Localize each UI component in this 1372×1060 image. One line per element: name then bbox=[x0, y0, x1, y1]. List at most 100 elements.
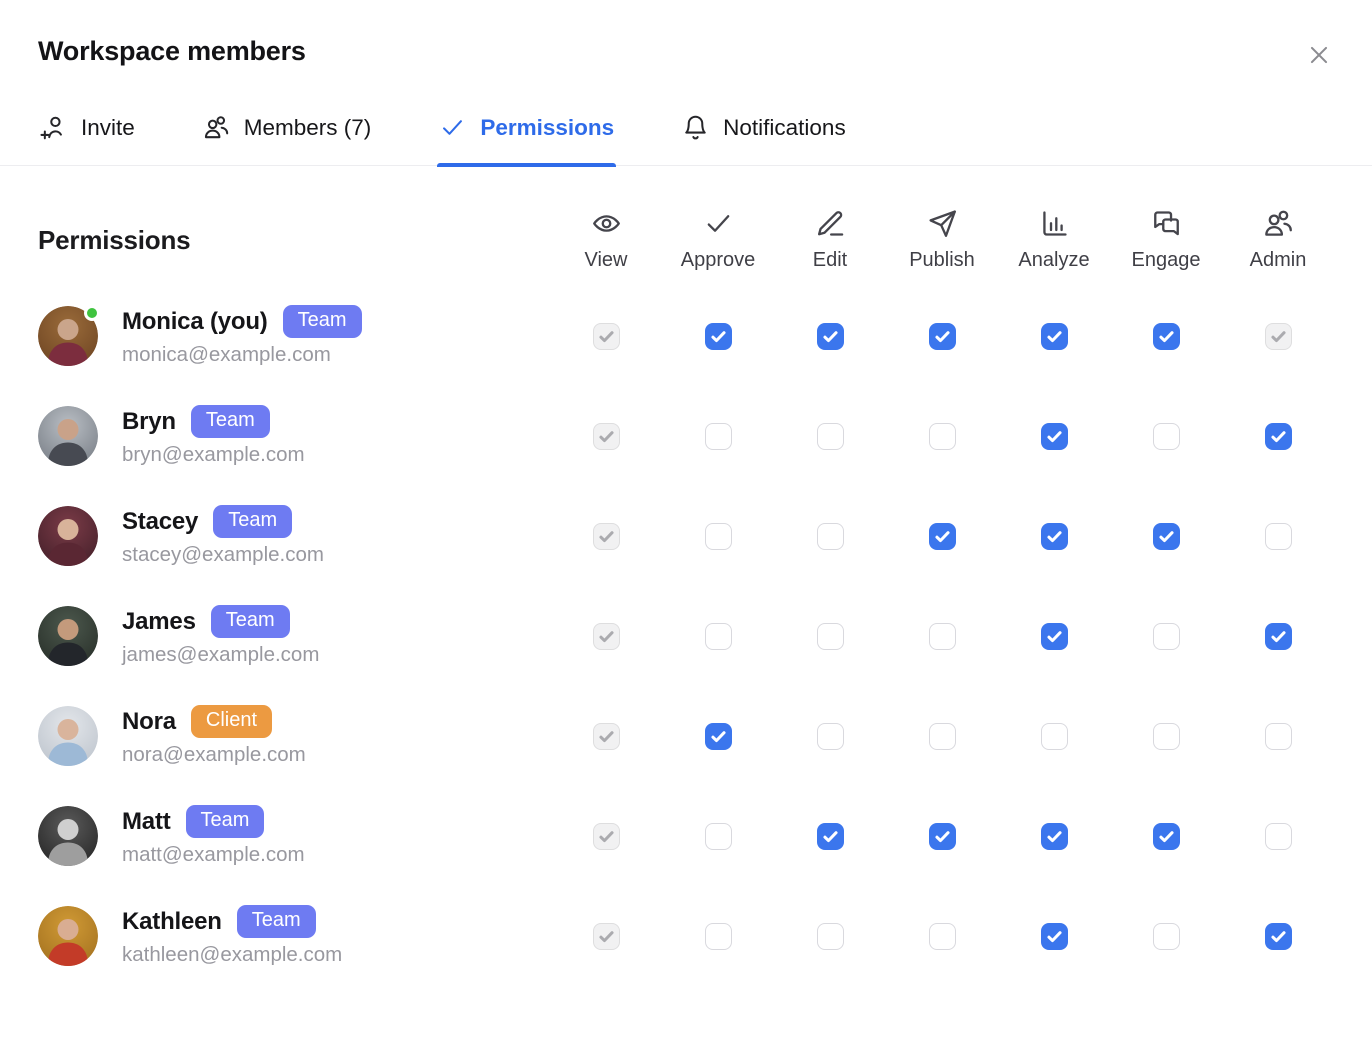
permission-cell-approve bbox=[662, 623, 774, 650]
checkbox-analyze-checked[interactable] bbox=[1041, 523, 1068, 550]
checkbox-engage-unchecked[interactable] bbox=[1153, 723, 1180, 750]
permission-cell-admin bbox=[1222, 923, 1334, 950]
permission-cell-analyze bbox=[998, 523, 1110, 550]
permission-cell-edit bbox=[774, 623, 886, 650]
checkbox-publish-checked[interactable] bbox=[929, 823, 956, 850]
close-icon bbox=[1306, 56, 1332, 71]
modal-title: Workspace members bbox=[38, 36, 306, 67]
chat-bubbles-icon bbox=[1151, 208, 1182, 239]
checkbox-edit-checked[interactable] bbox=[817, 823, 844, 850]
checkbox-publish-unchecked[interactable] bbox=[929, 923, 956, 950]
permissions-table-header: Permissions View Approve Edit Publish An… bbox=[38, 208, 1372, 272]
permission-cell-admin bbox=[1222, 523, 1334, 550]
permission-cell-engage bbox=[1110, 923, 1222, 950]
avatar bbox=[38, 806, 98, 866]
permission-cell-engage bbox=[1110, 423, 1222, 450]
checkbox-edit-unchecked[interactable] bbox=[817, 523, 844, 550]
checkbox-view-checked bbox=[593, 723, 620, 750]
member-name: Matt bbox=[122, 808, 171, 836]
close-button[interactable] bbox=[1300, 36, 1338, 74]
checkbox-engage-checked[interactable] bbox=[1153, 523, 1180, 550]
checkbox-admin-unchecked[interactable] bbox=[1265, 723, 1292, 750]
permission-cell-engage bbox=[1110, 523, 1222, 550]
checkbox-view-checked bbox=[593, 923, 620, 950]
checkbox-view-checked bbox=[593, 323, 620, 350]
permission-cell-edit bbox=[774, 523, 886, 550]
checkbox-approve-unchecked[interactable] bbox=[705, 623, 732, 650]
checkbox-edit-unchecked[interactable] bbox=[817, 923, 844, 950]
checkbox-engage-unchecked[interactable] bbox=[1153, 623, 1180, 650]
checkbox-approve-checked[interactable] bbox=[705, 723, 732, 750]
member-role-badge: Team bbox=[237, 905, 316, 938]
tab-bar: Invite Members (7) Permissions Notificat… bbox=[0, 110, 1372, 166]
tab-permissions[interactable]: Permissions bbox=[437, 110, 616, 165]
avatar bbox=[38, 306, 98, 366]
checkbox-publish-unchecked[interactable] bbox=[929, 723, 956, 750]
checkbox-engage-checked[interactable] bbox=[1153, 323, 1180, 350]
member-email: bryn@example.com bbox=[122, 443, 305, 467]
checkbox-edit-unchecked[interactable] bbox=[817, 723, 844, 750]
member-row-nora: Nora Client nora@example.com bbox=[38, 686, 1372, 786]
permission-cell-publish bbox=[886, 323, 998, 350]
permission-cell-admin bbox=[1222, 323, 1334, 350]
checkbox-analyze-checked[interactable] bbox=[1041, 823, 1068, 850]
checkbox-engage-checked[interactable] bbox=[1153, 823, 1180, 850]
column-header-approve: Approve bbox=[662, 208, 774, 272]
checkbox-edit-checked[interactable] bbox=[817, 323, 844, 350]
permission-cell-publish bbox=[886, 623, 998, 650]
checkbox-approve-unchecked[interactable] bbox=[705, 923, 732, 950]
checkbox-approve-unchecked[interactable] bbox=[705, 523, 732, 550]
checkbox-analyze-checked[interactable] bbox=[1041, 623, 1068, 650]
member-name: Nora bbox=[122, 708, 176, 736]
tab-members[interactable]: Members (7) bbox=[201, 110, 374, 165]
checkbox-admin-unchecked[interactable] bbox=[1265, 823, 1292, 850]
permission-cell-approve bbox=[662, 523, 774, 550]
checkbox-publish-unchecked[interactable] bbox=[929, 423, 956, 450]
checkbox-analyze-checked[interactable] bbox=[1041, 923, 1068, 950]
permission-cell-analyze bbox=[998, 723, 1110, 750]
checkbox-analyze-checked[interactable] bbox=[1041, 323, 1068, 350]
checkbox-admin-unchecked[interactable] bbox=[1265, 523, 1292, 550]
member-email: stacey@example.com bbox=[122, 543, 324, 567]
column-header-publish: Publish bbox=[886, 208, 998, 272]
permission-cell-edit bbox=[774, 923, 886, 950]
column-header-admin: Admin bbox=[1222, 208, 1334, 272]
checkbox-analyze-checked[interactable] bbox=[1041, 423, 1068, 450]
permission-cell-analyze bbox=[998, 423, 1110, 450]
checkbox-publish-checked[interactable] bbox=[929, 523, 956, 550]
checkbox-view-checked bbox=[593, 623, 620, 650]
permission-cell-publish bbox=[886, 723, 998, 750]
checkbox-admin-checked[interactable] bbox=[1265, 423, 1292, 450]
checkbox-edit-unchecked[interactable] bbox=[817, 423, 844, 450]
permission-cell-analyze bbox=[998, 323, 1110, 350]
tab-notifications[interactable]: Notifications bbox=[680, 110, 848, 165]
online-status-dot bbox=[84, 305, 100, 321]
checkbox-admin-checked[interactable] bbox=[1265, 623, 1292, 650]
checkbox-edit-unchecked[interactable] bbox=[817, 623, 844, 650]
checkbox-publish-unchecked[interactable] bbox=[929, 623, 956, 650]
permission-cell-publish bbox=[886, 823, 998, 850]
checkbox-approve-unchecked[interactable] bbox=[705, 423, 732, 450]
checkbox-approve-checked[interactable] bbox=[705, 323, 732, 350]
checkbox-engage-unchecked[interactable] bbox=[1153, 923, 1180, 950]
permission-cell-publish bbox=[886, 523, 998, 550]
checkbox-engage-unchecked[interactable] bbox=[1153, 423, 1180, 450]
checkbox-admin-checked[interactable] bbox=[1265, 923, 1292, 950]
checkbox-analyze-unchecked[interactable] bbox=[1041, 723, 1068, 750]
permission-cell-view bbox=[550, 423, 662, 450]
permission-cell-admin bbox=[1222, 723, 1334, 750]
permission-cell-approve bbox=[662, 923, 774, 950]
member-row-monica: Monica (you) Team monica@example.com bbox=[38, 286, 1372, 386]
checkbox-approve-unchecked[interactable] bbox=[705, 823, 732, 850]
checkbox-publish-checked[interactable] bbox=[929, 323, 956, 350]
permission-cell-approve bbox=[662, 723, 774, 750]
member-role-badge: Client bbox=[191, 705, 272, 738]
permission-cell-admin bbox=[1222, 423, 1334, 450]
users-icon bbox=[1263, 208, 1294, 239]
member-row-james: James Team james@example.com bbox=[38, 586, 1372, 686]
permission-cell-edit bbox=[774, 423, 886, 450]
users-icon bbox=[203, 114, 230, 141]
pen-icon bbox=[815, 208, 846, 239]
tab-invite[interactable]: Invite bbox=[38, 110, 137, 165]
bar-chart-icon bbox=[1039, 208, 1070, 239]
